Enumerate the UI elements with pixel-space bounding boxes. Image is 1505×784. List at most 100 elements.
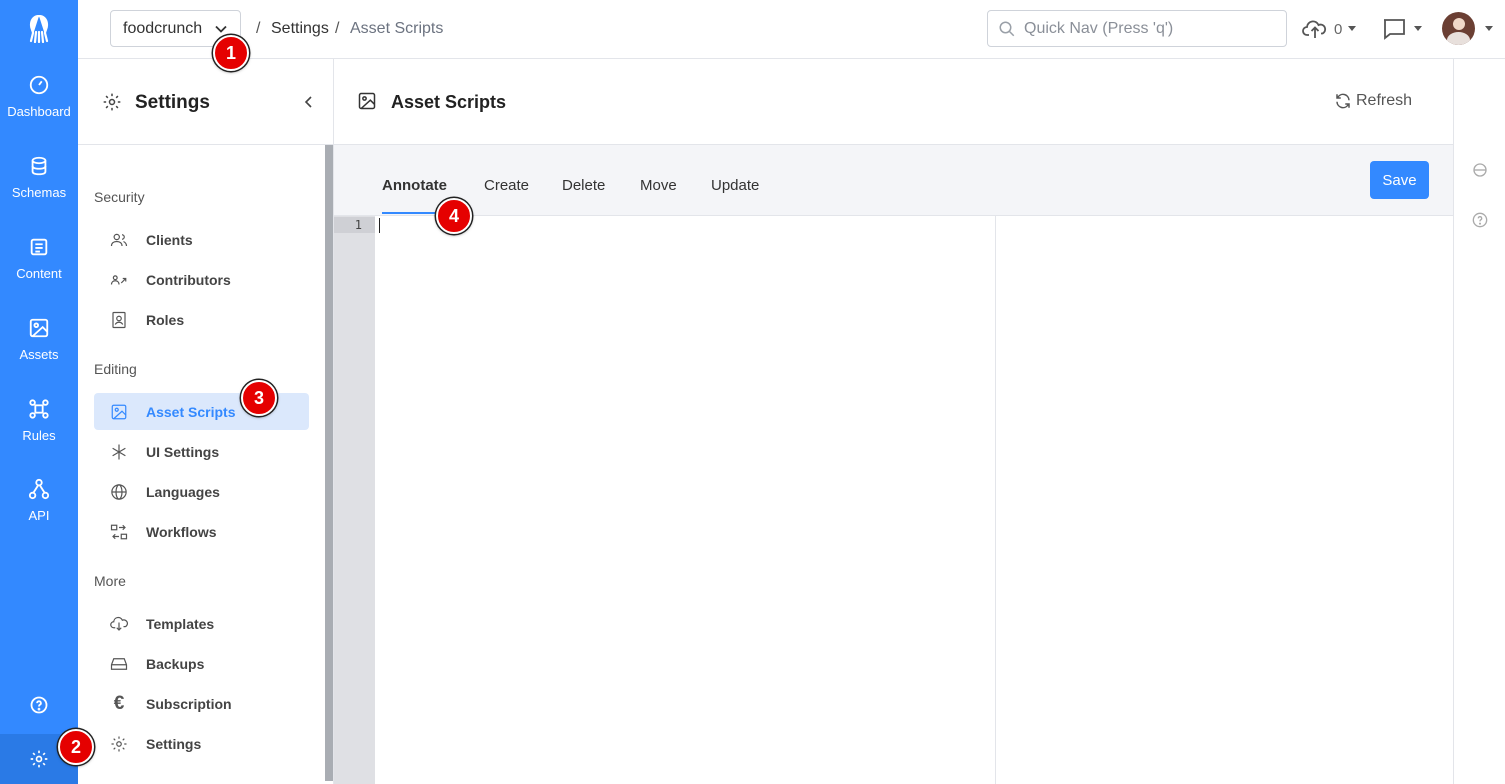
save-button[interactable]: Save [1370,161,1429,199]
euro-icon: € [113,692,125,714]
group-label-security: Security [94,189,145,205]
group-label-more: More [94,573,126,589]
tab-move[interactable]: Move [640,177,677,194]
help-button[interactable] [0,681,78,729]
tab-create[interactable]: Create [484,177,529,194]
rail-item-label: Content [16,266,62,281]
sidebar-item-languages[interactable]: Languages [94,473,309,510]
main-header: Asset Scripts Refresh [334,59,1454,145]
text-cursor [379,218,380,233]
line-number: 1 [334,217,375,233]
image-icon [358,92,376,110]
breadcrumb-separator: / [256,20,261,37]
rail-item-schemas[interactable]: Schemas [0,143,78,213]
sidebar-item-workflows[interactable]: Workflows [94,513,309,550]
caret-down-icon [1485,25,1493,31]
help-icon [30,696,48,714]
step-marker: 3 [241,380,277,416]
refresh-label: Refresh [1356,92,1413,109]
sidebar-item-ui-settings[interactable]: UI Settings [94,433,309,470]
help-icon[interactable] [1472,212,1488,228]
rail-item-label: Schemas [11,185,67,200]
script-tabs: Annotate Create Delete Move Update Save [334,145,1454,216]
step-marker: 4 [436,198,472,234]
breadcrumb-settings[interactable]: Settings [271,20,329,38]
breadcrumb-current: Asset Scripts [350,20,444,37]
app-name: foodcrunch [123,19,203,37]
contributors-icon [108,269,130,291]
sidebar-item-label: UI Settings [146,443,220,460]
rail-item-api[interactable]: API [0,466,78,536]
editor-gutter: 1 [334,216,375,784]
tab-delete[interactable]: Delete [562,177,605,194]
rail-item-label: Dashboard [7,104,71,119]
notifications-button[interactable] [1382,18,1422,40]
workflow-icon [108,521,130,543]
asterisk-icon [108,441,130,463]
page-title: Asset Scripts [391,92,507,112]
chevron-down-icon [215,25,227,33]
breadcrumb-separator: / [335,20,340,37]
user-menu-button[interactable] [1442,12,1493,45]
rail-item-rules[interactable]: Rules [0,386,78,456]
schemas-icon [31,156,47,176]
caret-down-icon [1348,26,1357,31]
sidebar-title: Settings [135,92,210,113]
sidebar-item-label: Clients [146,231,193,248]
rail-item-label: Assets [19,347,59,362]
history-icon[interactable] [1472,162,1488,178]
search-icon [999,21,1015,37]
main-nav-rail: Dashboard Schemas Content Assets Rules A… [0,0,78,784]
refresh-button[interactable]: Refresh [1334,92,1412,110]
tab-annotate[interactable]: Annotate [382,177,447,194]
hard-drive-icon [108,653,130,675]
step-marker: 1 [213,35,249,71]
rail-item-content[interactable]: Content [0,224,78,294]
assets-icon [29,318,49,338]
step-marker: 2 [58,729,94,765]
sidebar-item-contributors[interactable]: Contributors [94,261,309,298]
settings-sidebar: Settings Security Clients Contributors R… [78,59,334,784]
squidex-logo-icon[interactable] [0,0,78,58]
refresh-icon [1336,93,1350,109]
sidebar-item-templates[interactable]: Templates [94,605,309,642]
rail-item-dashboard[interactable]: Dashboard [0,62,78,132]
rail-item-label: API [28,508,50,523]
gear-icon [108,733,130,755]
rules-icon [29,399,49,419]
rail-item-label: Rules [22,428,56,443]
chevron-left-icon[interactable] [303,95,315,109]
sidebar-item-settings[interactable]: Settings [94,725,309,762]
code-editor[interactable]: 1 [334,216,996,784]
api-icon [28,478,50,500]
avatar [1442,12,1475,45]
sidebar-item-clients[interactable]: Clients [94,221,309,258]
sidebar-scrollbar[interactable] [325,145,333,781]
content-icon [30,238,48,256]
main-panel: Asset Scripts Refresh Annotate Create De… [334,59,1454,784]
sidebar-item-label: Settings [146,735,202,752]
upload-status-button[interactable]: 0 [1302,17,1357,41]
rail-item-assets[interactable]: Assets [0,305,78,375]
sidebar-item-label: Contributors [146,271,231,288]
sidebar-item-label: Languages [146,483,220,500]
id-badge-icon [108,309,130,331]
quick-nav-input[interactable]: Quick Nav (Press 'q') [987,10,1287,47]
sidebar-header: Settings [78,59,333,145]
upload-count: 0 [1334,20,1343,38]
top-bar: foodcrunch / Settings / Asset Scripts Qu… [78,0,1505,59]
globe-icon [108,481,130,503]
cloud-upload-icon [1302,20,1327,38]
sidebar-item-label: Templates [146,615,215,632]
sidebar-item-label: Subscription [146,695,232,712]
sidebar-item-subscription[interactable]: € Subscription [94,685,309,722]
sidebar-item-label: Asset Scripts [146,403,236,420]
sidebar-item-backups[interactable]: Backups [94,645,309,682]
chat-icon [1384,19,1405,40]
right-sidebar [1453,59,1505,784]
gear-icon [103,93,121,111]
caret-down-icon [1414,26,1422,31]
sidebar-item-roles[interactable]: Roles [94,301,309,338]
tab-update[interactable]: Update [711,177,759,194]
users-icon [108,229,130,251]
